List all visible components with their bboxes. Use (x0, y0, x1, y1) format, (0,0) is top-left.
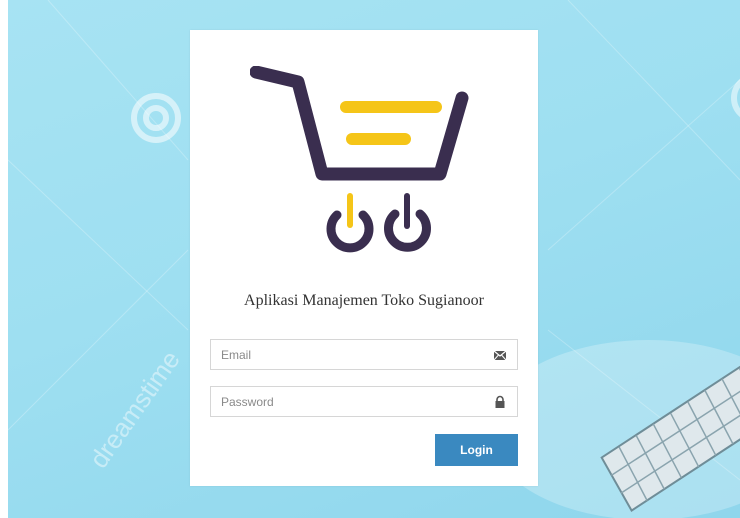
password-input[interactable] (211, 387, 491, 416)
password-field[interactable] (210, 386, 518, 417)
email-input[interactable] (211, 340, 491, 369)
shopping-cart-logo (250, 66, 469, 253)
watermark-text: dreamstime (83, 345, 185, 473)
email-field[interactable] (210, 339, 518, 370)
login-button[interactable]: Login (435, 434, 518, 466)
login-card: Aplikasi Manajemen Toko Sugianoor Login (190, 30, 538, 486)
app-title: Aplikasi Manajemen Toko Sugianoor (244, 292, 484, 309)
lock-icon (495, 395, 505, 408)
envelope-icon (493, 350, 507, 361)
